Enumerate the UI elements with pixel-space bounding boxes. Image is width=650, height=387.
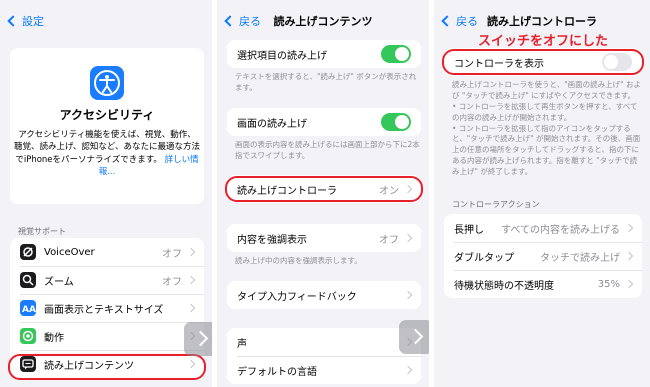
speak-screen-toggle[interactable] [381,113,411,131]
item-value: オフ [379,234,399,246]
highlight-box-spoken-content [8,354,206,380]
scroll-next-button[interactable] [184,322,212,356]
nav-bar: 戻る 読み上げコンテンツ [217,10,429,34]
nav-bar: 設定 [0,10,212,34]
long-press-row[interactable]: 長押し すべての内容を読み上げる [444,214,642,242]
item-value: すべての内容を読み上げる [501,224,620,236]
section-header: コントローラアクション [452,200,540,209]
back-button[interactable]: 設定 [6,13,44,29]
double-tap-row[interactable]: ダブルタップ タッチで読み上げ [444,242,642,270]
item-value: 35% [597,278,620,290]
item-label: ダブルタップ [454,252,514,264]
page-title: 読み上げコントローラ [487,15,597,28]
item-label: 画面の読み上げ [237,118,307,130]
chevron-right-icon [624,223,634,233]
speak-screen-card: 画面の読み上げ [227,108,421,136]
chevron-right-icon [624,279,634,289]
highlight-box-controller [225,176,423,202]
item-label: 待機状態時の不透明度 [454,280,554,292]
back-label: 設定 [22,15,44,28]
item-label: ズーム [44,276,74,288]
chevron-right-icon [403,365,413,375]
item-label: VoiceOver [44,246,95,258]
chevron-right-icon [186,275,196,285]
scroll-next-button[interactable] [399,320,429,354]
item-value: オフ [162,276,182,288]
highlight-card: 内容を強調表示 オフ [227,224,421,252]
spoken-content-panel: 戻る 読み上げコンテンツ 選択項目の読み上げ テキストを選択すると、"読み上げ"… [217,0,429,387]
svg-text:AA: AA [22,305,36,315]
controller-actions-list: 長押し すべての内容を読み上げる ダブルタップ タッチで読み上げ 待機状態時の不… [444,214,642,298]
item-label: 内容を強調表示 [237,234,307,246]
idle-opacity-row[interactable]: 待機状態時の不透明度 35% [444,270,642,298]
item-label: タイプ入力フィードバック [237,291,357,303]
chevron-right-icon [403,233,413,243]
speech-controller-panel: 戻る 読み上げコントローラ スイッチをオフにした コントローラを表示 読み上げコ… [434,0,650,387]
accessibility-panel: 設定 アクセシビリティ アクセシビリティ機能を使えば、視覚、動作、聴覚、読み上げ… [0,0,212,387]
speak-selection-note: テキストを選択すると、"読み上げ" ボタンが表示されます。 [235,72,417,92]
hero-description: アクセシビリティ機能を使えば、視覚、動作、聴覚、読み上げ、認知など、あなたに最適… [10,129,204,178]
voices-row[interactable]: 声 [227,328,421,356]
speak-screen-row: 画面の読み上げ [227,108,421,136]
list-item-voiceover[interactable]: VoiceOver オフ [10,238,204,266]
voiceover-icon [20,244,36,260]
chevron-left-icon [7,15,19,27]
controller-note: 読み上げコントローラを使うと、"画面の読み上げ" および "タッチで読み上げ" … [452,80,641,176]
typing-feedback-card: タイプ入力フィードバック [227,281,421,309]
speak-selection-toggle[interactable] [381,45,411,63]
speak-screen-note: 画面の表示内容を読み上げるには画面上部から下に2本指でスワイプします。 [235,140,420,160]
speak-selection-row: 選択項目の読み上げ [227,40,421,68]
text-size-icon: AA [20,300,36,316]
chevron-right-icon [186,247,196,257]
speak-selection-card: 選択項目の読み上げ [227,40,421,68]
list-item-zoom[interactable]: ズーム オフ [10,266,204,294]
item-label: 画面表示とテキストサイズ [44,304,164,316]
chevron-right-icon [624,251,634,261]
typing-feedback-row[interactable]: タイプ入力フィードバック [227,281,421,309]
motion-icon [20,328,36,344]
chevron-right-icon [403,290,413,300]
item-label: 選択項目の読み上げ [237,50,327,62]
item-value: オフ [162,248,182,260]
zoom-icon [20,272,36,288]
item-value: タッチで読み上げ [540,252,620,264]
page-title: 読み上げコンテンツ [273,15,373,28]
highlight-content-row[interactable]: 内容を強調表示 オフ [227,224,421,252]
item-label: 動作 [44,332,64,344]
accessibility-hero-card: アクセシビリティ アクセシビリティ機能を使えば、視覚、動作、聴覚、読み上げ、認知… [10,48,204,204]
list-item-motion[interactable]: 動作 [10,322,204,350]
item-label: デフォルトの言語 [237,366,317,378]
annotation-text: スイッチをオフにした [478,34,609,49]
item-label: 長押し [454,224,484,236]
item-label: 声 [237,338,247,350]
voice-card: 声 デフォルトの言語 [227,328,421,384]
chevron-right-icon [186,303,196,313]
hero-title: アクセシビリティ [59,108,155,122]
highlight-note: 読み上げ中の内容を強調表示します。 [235,256,362,265]
highlight-box-show-controller [442,49,644,75]
default-language-row[interactable]: デフォルトの言語 [227,356,421,384]
section-header: 視覚サポート [18,227,66,236]
list-item-display-text-size[interactable]: AA 画面表示とテキストサイズ [10,294,204,322]
accessibility-icon [90,66,124,100]
